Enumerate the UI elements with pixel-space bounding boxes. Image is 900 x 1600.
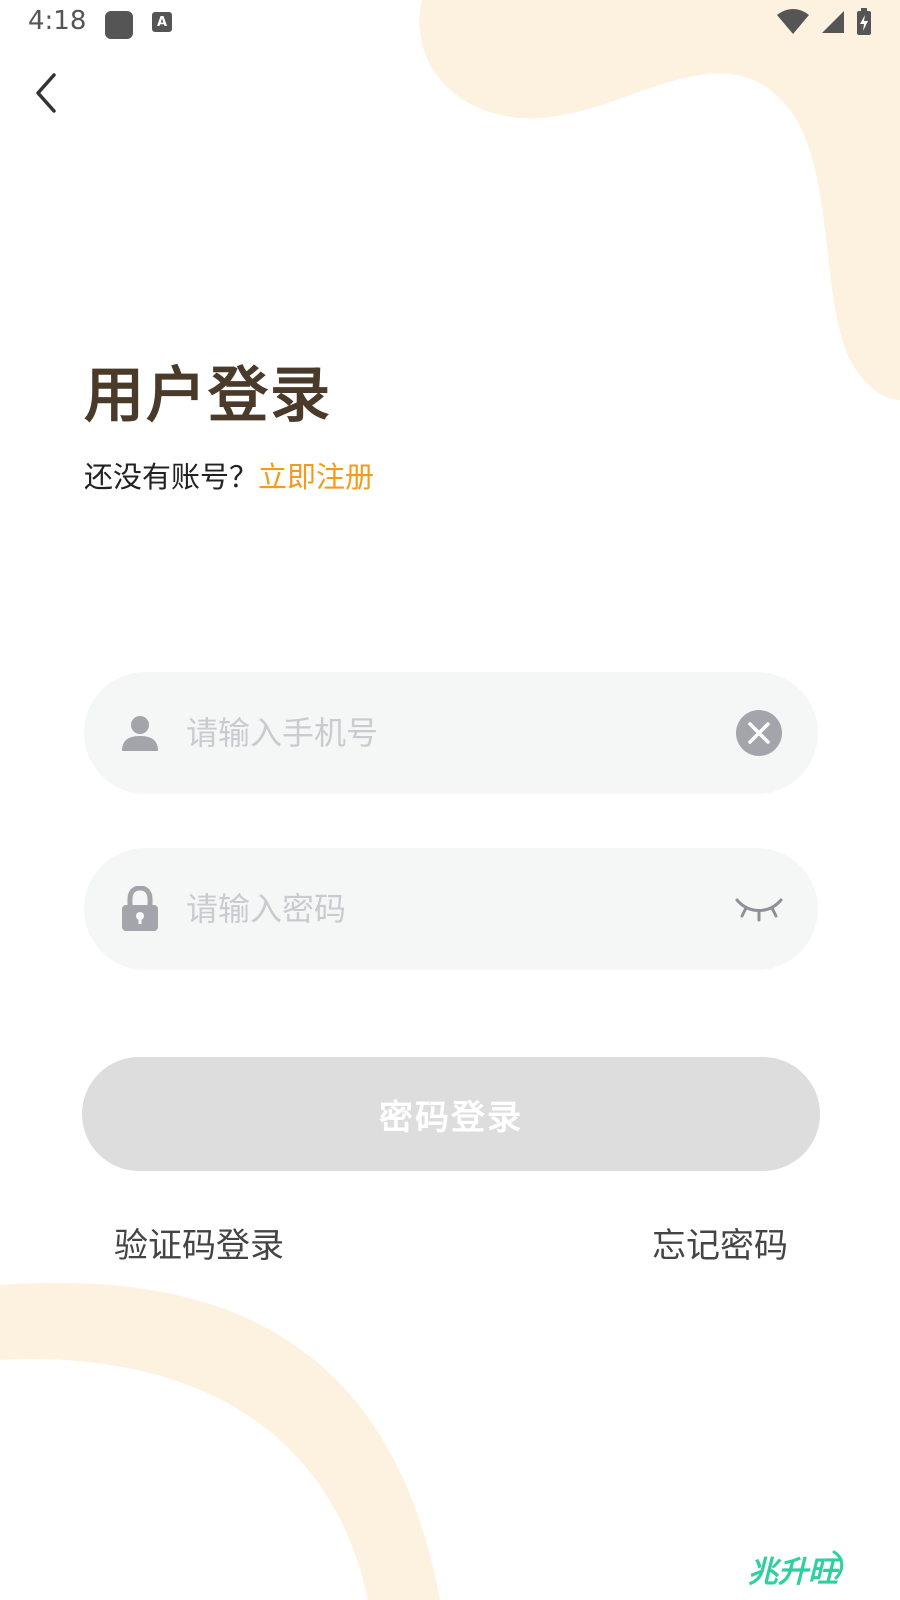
status-right-group <box>776 8 872 40</box>
password-login-button[interactable]: 密码登录 <box>82 1057 820 1171</box>
notification-app-icon <box>104 10 134 40</box>
page-title: 用户登录 <box>84 361 332 431</box>
clear-circle-icon[interactable] <box>734 708 784 758</box>
signal-icon <box>820 9 846 39</box>
chevron-left-icon <box>32 71 62 119</box>
register-prompt: 还没有账号？ <box>84 460 259 494</box>
person-icon <box>118 711 162 755</box>
sms-login-link[interactable]: 验证码登录 <box>114 1218 284 1267</box>
password-input[interactable] <box>184 878 708 940</box>
back-button[interactable] <box>22 70 72 120</box>
lock-icon <box>118 886 162 931</box>
watermark-logo: 兆升旺 <box>748 1550 844 1590</box>
eye-closed-icon[interactable] <box>734 884 784 934</box>
keyboard-a-icon: A <box>150 10 180 40</box>
background-decoration <box>0 0 900 1600</box>
register-prompt-line: 还没有账号？立即注册 <box>84 460 374 495</box>
password-field <box>84 848 818 970</box>
status-time: 4:18 <box>28 6 87 36</box>
phone-field <box>84 672 818 794</box>
battery-icon <box>856 8 872 40</box>
svg-text:A: A <box>157 15 167 30</box>
register-link[interactable]: 立即注册 <box>258 460 374 494</box>
wifi-icon <box>776 9 810 39</box>
status-bar: 4:18 A <box>0 0 900 50</box>
forgot-password-link[interactable]: 忘记密码 <box>652 1218 788 1267</box>
svg-text:兆升旺: 兆升旺 <box>748 1555 843 1590</box>
phone-input[interactable] <box>184 702 708 764</box>
